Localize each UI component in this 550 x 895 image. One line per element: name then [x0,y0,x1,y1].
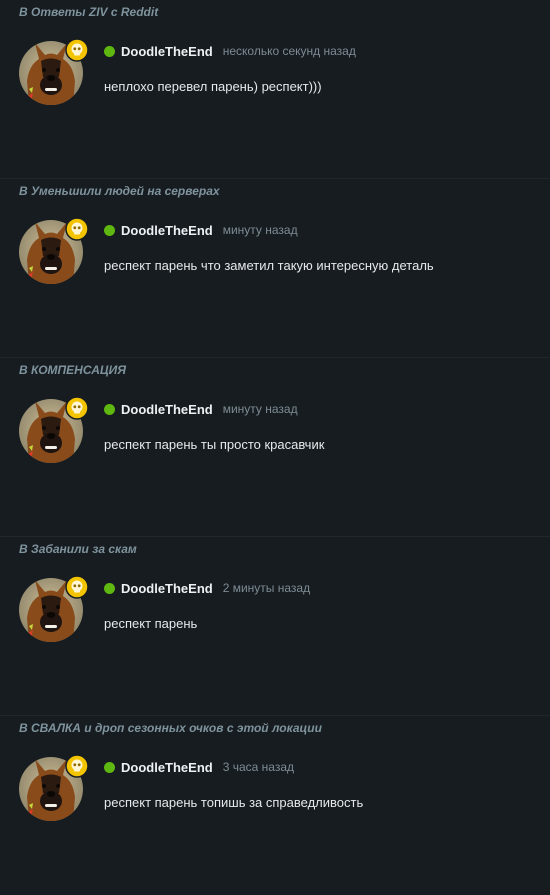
notification-item[interactable]: В Уменьшили людей на серверах DoodleTheE… [0,179,550,358]
notification-item[interactable]: В СВАЛКА и дроп сезонных очков с этой ло… [0,716,550,895]
notification-meta: DoodleTheEnd 3 часа назад [104,758,294,776]
username-link[interactable]: DoodleTheEnd [121,581,213,596]
username-link[interactable]: DoodleTheEnd [121,402,213,417]
online-status-icon [104,582,115,594]
user-avatar[interactable] [19,575,89,642]
online-status-icon [104,224,115,236]
message-text[interactable]: респект парень топишь за справедливость [104,795,363,810]
message-text[interactable]: респект парень [104,616,197,631]
notification-meta: DoodleTheEnd 2 минуты назад [104,579,310,597]
notification-meta: DoodleTheEnd несколько секунд назад [104,42,356,60]
thread-title-link[interactable]: В Забанили за скам [19,542,137,556]
username-link[interactable]: DoodleTheEnd [121,760,213,775]
timestamp: 2 минуты назад [222,581,311,595]
thread-title-link[interactable]: В КОМПЕНСАЦИЯ [19,363,126,377]
message-text[interactable]: респект парень ты просто красавчик [104,437,324,452]
notification-feed: В Ответы ZIV с Reddit DoodleTheEnd неско… [0,0,550,846]
thread-title-link[interactable]: В Ответы ZIV с Reddit [19,5,158,19]
notification-item[interactable]: В Ответы ZIV с Reddit DoodleTheEnd неско… [0,0,550,179]
message-text[interactable]: неплохо перевел парень) респект))) [104,79,322,94]
skull-badge-icon [65,217,89,241]
skull-badge-icon [65,754,89,778]
skull-badge-icon [65,38,89,62]
timestamp: минуту назад [222,402,298,416]
message-text[interactable]: респект парень что заметил такую интерес… [104,258,434,273]
thread-title-link[interactable]: В Уменьшили людей на серверах [19,184,220,198]
notification-item[interactable]: В Забанили за скам DoodleTheEnd 2 минуты… [0,537,550,716]
username-link[interactable]: DoodleTheEnd [121,44,213,59]
skull-badge-icon [65,396,89,420]
user-avatar[interactable] [19,38,89,105]
timestamp: 3 часа назад [222,760,295,774]
thread-title-link[interactable]: В СВАЛКА и дроп сезонных очков с этой ло… [19,721,322,735]
notification-meta: DoodleTheEnd минуту назад [104,221,298,239]
user-avatar[interactable] [19,217,89,284]
timestamp: несколько секунд назад [222,44,356,58]
notification-item[interactable]: В КОМПЕНСАЦИЯ DoodleTheEnd минуту назад … [0,358,550,537]
user-avatar[interactable] [19,396,89,463]
online-status-icon [104,45,115,57]
username-link[interactable]: DoodleTheEnd [121,223,213,238]
online-status-icon [104,761,115,773]
user-avatar[interactable] [19,754,89,821]
online-status-icon [104,403,115,415]
notification-meta: DoodleTheEnd минуту назад [104,400,298,418]
timestamp: минуту назад [222,223,298,237]
skull-badge-icon [65,575,89,599]
